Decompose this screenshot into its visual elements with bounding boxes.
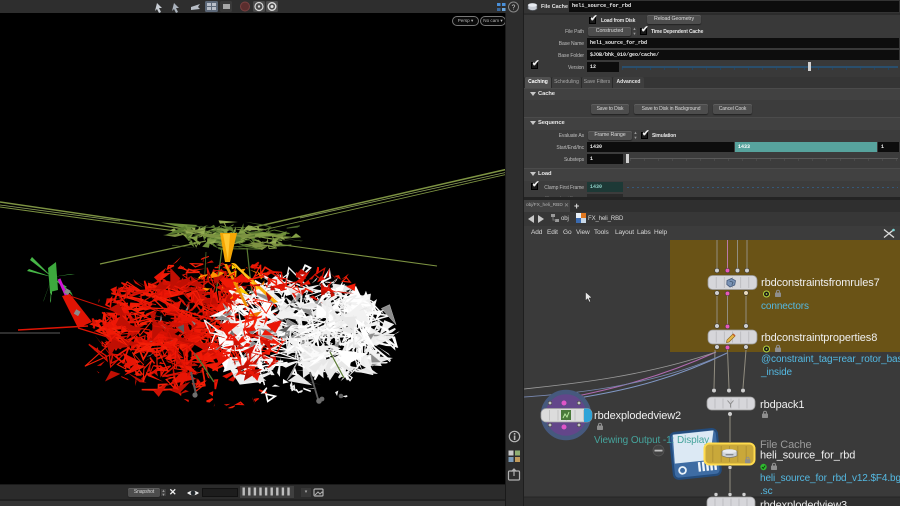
svg-text:_inside: _inside [760,367,793,378]
svg-text:connectors: connectors [761,301,809,312]
svg-text:rbdpack1: rbdpack1 [760,399,804,411]
svg-text:?: ? [512,5,516,12]
svg-text:.sc: .sc [760,486,773,497]
svg-text:rbdconstraintsfromrules7: rbdconstraintsfromrules7 [761,277,880,289]
svg-text:Viewing Output -1: Display: Viewing Output -1: Display [594,435,709,446]
svg-text:rbdexplodedview3: rbdexplodedview3 [760,500,847,506]
svg-text:rbdexplodedview2: rbdexplodedview2 [594,410,681,422]
svg-text:heli_source_for_rbd: heli_source_for_rbd [760,450,855,462]
svg-text:heli_source_for_rbd_v12.$F4.bg: heli_source_for_rbd_v12.$F4.bgeo [760,473,900,484]
svg-text:rbdconstraintproperties8: rbdconstraintproperties8 [761,332,877,344]
svg-text:@constraint_tag=rear_rotor_bas: @constraint_tag=rear_rotor_base [761,354,900,365]
